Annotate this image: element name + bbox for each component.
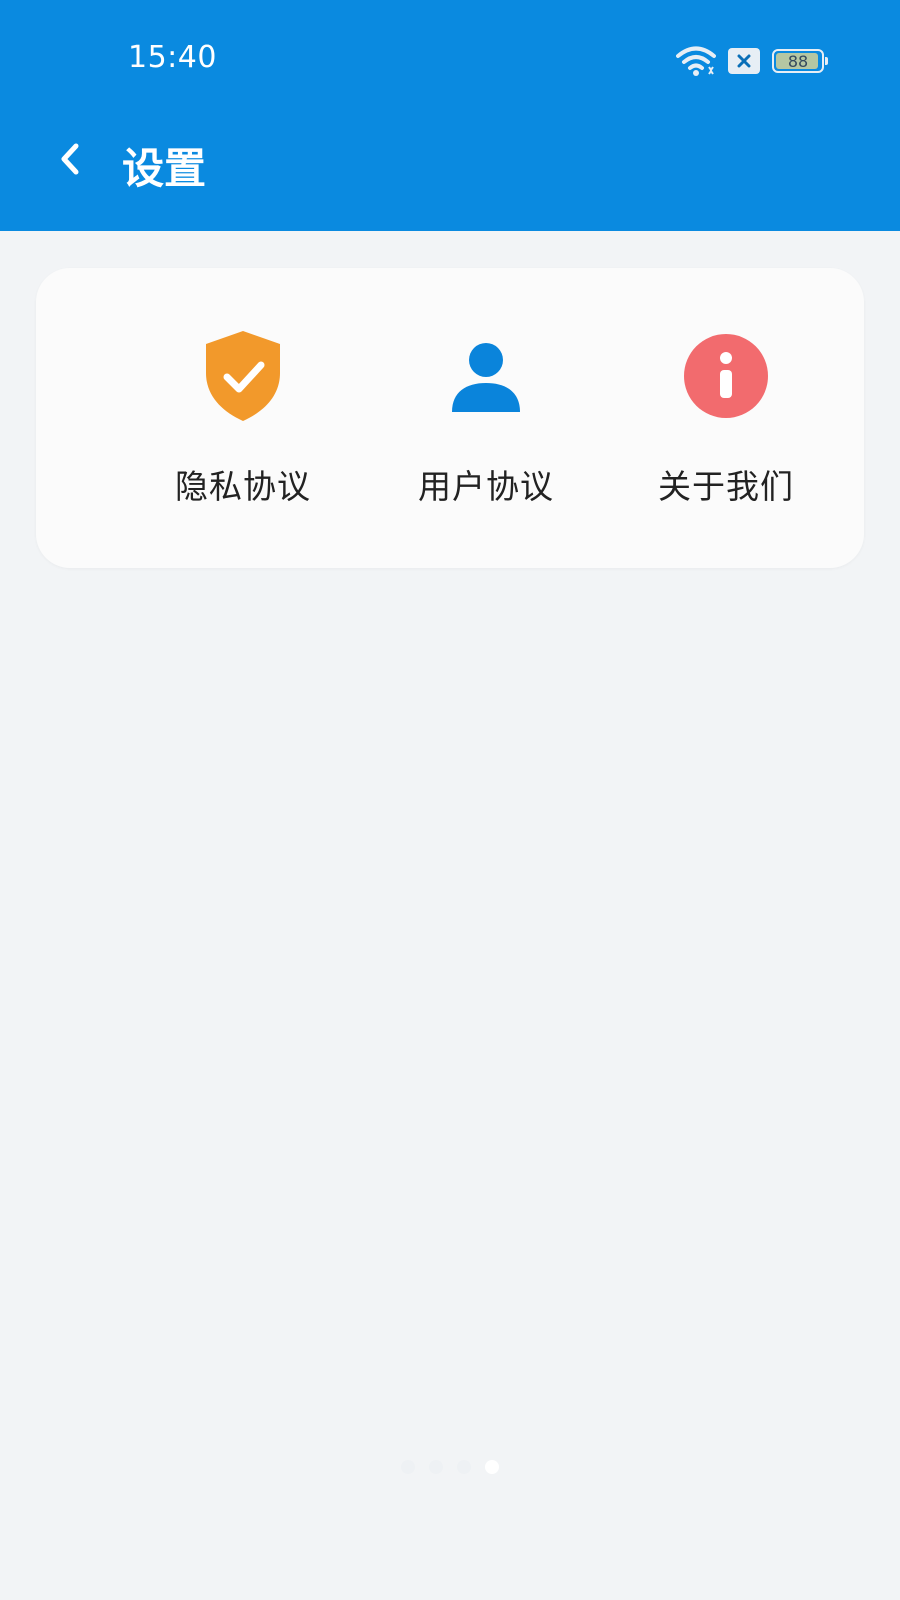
shield-check-icon	[195, 328, 291, 424]
info-icon	[678, 328, 774, 424]
settings-card: 隐私协议 用户协议 关于我们	[36, 268, 864, 568]
about-us-item[interactable]: 关于我们	[611, 328, 841, 518]
page-title: 设置	[122, 144, 207, 193]
status-time: 15:40	[128, 40, 217, 75]
wifi-icon	[676, 45, 716, 77]
user-agreement-label: 用户协议	[418, 467, 554, 506]
chevron-left-icon	[58, 142, 82, 180]
user-agreement-item[interactable]: 用户协议	[371, 328, 601, 518]
sim-no-signal-icon	[728, 48, 760, 74]
app-header: 15:40 88 设置	[0, 0, 900, 231]
privacy-policy-label: 隐私协议	[175, 467, 311, 506]
page-indicator	[0, 1460, 900, 1474]
about-us-label: 关于我们	[658, 467, 794, 506]
battery-icon: 88	[772, 49, 828, 73]
user-icon	[438, 328, 534, 424]
page-dot	[457, 1460, 471, 1474]
page-dot	[429, 1460, 443, 1474]
privacy-policy-item[interactable]: 隐私协议	[128, 328, 358, 518]
battery-percentage: 88	[787, 51, 809, 71]
page-dot-active	[485, 1460, 499, 1474]
back-button[interactable]	[48, 136, 92, 186]
status-icons: 88	[676, 44, 828, 78]
page-dot	[401, 1460, 415, 1474]
